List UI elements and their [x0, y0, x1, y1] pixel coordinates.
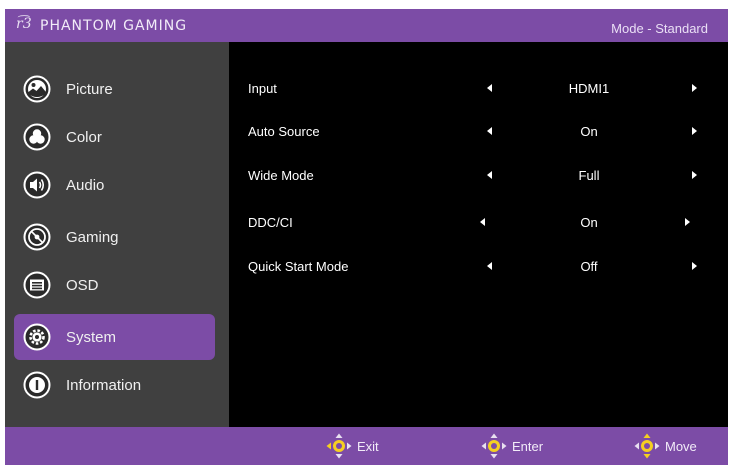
setting-value: On [580, 215, 598, 230]
setting-value: On [580, 124, 598, 139]
arrow-left-icon[interactable] [485, 126, 495, 136]
arrow-right-icon[interactable] [682, 217, 692, 227]
sidebar-item-label: Color [66, 129, 102, 146]
osd-footer: Exit Enter Move [5, 427, 728, 465]
arrow-left-icon[interactable] [478, 217, 488, 227]
setting-label: Auto Source [248, 124, 320, 139]
exit-label: Exit [357, 439, 379, 454]
arrow-left-icon[interactable] [485, 261, 495, 271]
sidebar-item-system[interactable]: System [14, 314, 215, 360]
arrow-right-icon[interactable] [689, 261, 699, 271]
information-icon [23, 371, 51, 399]
setting-label: Wide Mode [248, 168, 314, 183]
arrow-left-icon[interactable] [485, 170, 495, 180]
sidebar-item-gaming[interactable]: Gaming [14, 214, 215, 260]
sidebar-item-audio[interactable]: Audio [14, 162, 215, 208]
brand-name: PHANTOM GAMING [40, 18, 188, 34]
arrow-right-icon[interactable] [689, 126, 699, 136]
sidebar-item-label: Gaming [66, 229, 119, 246]
move-label: Move [665, 439, 697, 454]
joystick-enter-icon [481, 433, 507, 459]
enter-label: Enter [512, 439, 544, 454]
setting-label: DDC/CI [248, 215, 293, 230]
sidebar-item-color[interactable]: Color [14, 114, 215, 160]
arrow-left-icon[interactable] [485, 83, 495, 93]
setting-label: Quick Start Mode [248, 259, 349, 274]
setting-value: Full [578, 168, 600, 183]
monitor-osd-window: r͡3 PHANTOM GAMING Mode - Standard Pictu… [5, 9, 728, 465]
osd-header: r͡3 PHANTOM GAMING Mode - Standard [5, 9, 728, 42]
joystick-move-icon [634, 433, 660, 459]
arrow-right-icon[interactable] [689, 170, 699, 180]
sidebar-item-label: Picture [66, 81, 113, 98]
mode-indicator: Mode - Standard [611, 21, 708, 36]
brand-logo-mark: r͡3 [16, 16, 32, 32]
sidebar-item-picture[interactable]: Picture [14, 66, 215, 112]
system-gear-icon [23, 323, 51, 351]
sidebar-item-label: OSD [66, 277, 99, 294]
sidebar-item-label: Audio [66, 177, 105, 194]
sidebar-item-label: Information [66, 377, 142, 394]
setting-value: HDMI1 [568, 81, 610, 96]
setting-label: Input [248, 81, 277, 96]
setting-row-wide-mode[interactable]: Wide Mode Full [229, 155, 728, 195]
sidebar-item-label: System [66, 329, 117, 346]
arrow-right-icon[interactable] [689, 83, 699, 93]
setting-row-auto-source[interactable]: Auto Source On [229, 111, 728, 151]
sidebar-item-information[interactable]: Information [14, 362, 215, 408]
picture-icon [23, 75, 51, 103]
color-icon [23, 123, 51, 151]
setting-row-input[interactable]: Input HDMI1 [229, 68, 728, 108]
audio-icon [23, 171, 51, 199]
sidebar-item-osd[interactable]: OSD [14, 262, 215, 308]
osd-icon [23, 271, 51, 299]
setting-row-ddc-ci[interactable]: DDC/CI On [229, 202, 728, 242]
setting-value: Off [580, 259, 598, 274]
setting-row-quick-start-mode[interactable]: Quick Start Mode Off [229, 246, 728, 286]
gaming-icon [23, 223, 51, 251]
joystick-exit-icon [326, 433, 352, 459]
sidebar-menu: Picture Color Audio Gaming OSD System In… [5, 42, 229, 427]
